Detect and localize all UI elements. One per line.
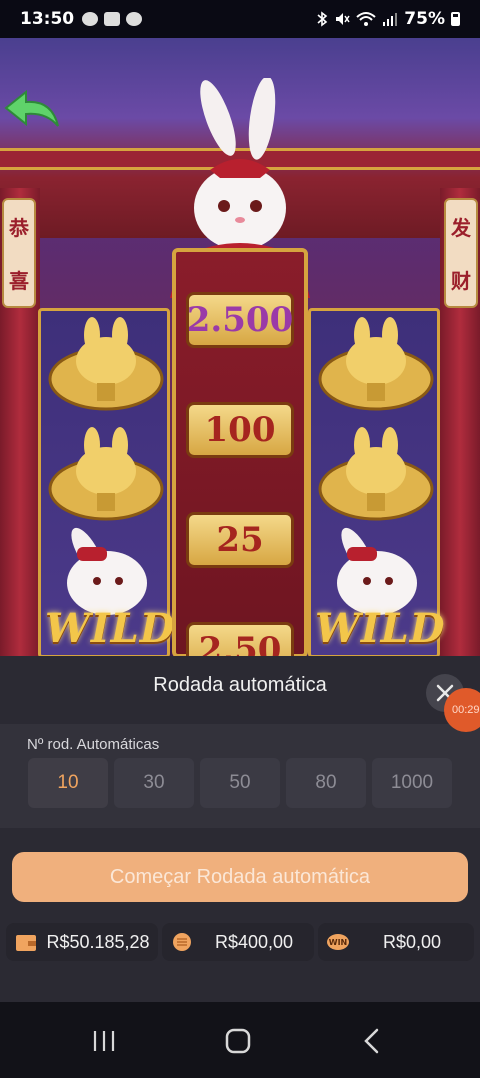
rounds-section: Nº rod. Automáticas 10 30 50 80 1000 (0, 724, 480, 828)
panel-title: Rodada automática (153, 674, 327, 696)
win-amount: WIN R$0,00 (318, 923, 474, 961)
signal-icon (383, 13, 398, 26)
banner-char: 财 (451, 269, 471, 293)
reel-right: WILD (308, 308, 446, 656)
wallet-balance: R$50.185,28 (6, 923, 158, 961)
game-scene: 恭 喜 发 财 WILD 2.500 100 25 2,50 WILD (0, 38, 480, 656)
back-arrow-icon[interactable] (2, 86, 62, 134)
status-time: 13:50 (20, 9, 75, 29)
gold-ingot-rabbit-symbol (318, 317, 434, 411)
svg-text:WIN: WIN (329, 938, 348, 947)
navigation-bar (0, 1002, 480, 1078)
bet-value: R$400,00 (214, 931, 294, 952)
back-button[interactable] (352, 1024, 392, 1058)
wifi-icon (356, 12, 376, 26)
banner-char: 恭 (9, 216, 29, 240)
bluetooth-icon (317, 11, 328, 27)
home-icon (225, 1028, 251, 1054)
rounds-option-50[interactable]: 50 (200, 758, 280, 808)
wallet-icon (16, 935, 36, 951)
reel-value: 100 (186, 402, 294, 458)
reel-center: 2.500 100 25 2,50 (172, 248, 308, 656)
coins-icon (173, 933, 191, 951)
recent-apps-icon (93, 1031, 115, 1051)
battery-percent: 75% (404, 9, 445, 29)
gold-ingot-rabbit-symbol (318, 427, 434, 521)
reel-value: 2,50 (186, 622, 294, 656)
right-banner: 发 财 (444, 198, 478, 308)
win-icon: WIN (327, 934, 349, 950)
rounds-label: Nº rod. Automáticas (27, 736, 160, 753)
rounds-option-80[interactable]: 80 (286, 758, 366, 808)
rounds-option-1000[interactable]: 1000 (372, 758, 452, 808)
wild-label: WILD (45, 605, 176, 652)
win-value: R$0,00 (382, 931, 442, 952)
banner-char: 喜 (9, 269, 29, 293)
gold-ingot-rabbit-symbol (48, 317, 164, 411)
left-banner: 恭 喜 (2, 198, 36, 308)
face-icon (82, 12, 99, 26)
rounds-option-30[interactable]: 30 (114, 758, 194, 808)
wallet-amount: R$50.185,28 (46, 931, 150, 952)
rounds-option-10[interactable]: 10 (28, 758, 108, 808)
home-button[interactable] (218, 1024, 258, 1058)
banner-char: 发 (451, 216, 471, 240)
wild-label: WILD (315, 605, 446, 652)
battery-icon (451, 12, 460, 26)
photo-icon (104, 12, 121, 26)
recording-timer-badge[interactable]: 00:29 (444, 688, 480, 732)
bet-amount[interactable]: R$400,00 (162, 923, 314, 961)
gold-ingot-rabbit-symbol (48, 427, 164, 521)
recent-apps-button[interactable] (84, 1024, 124, 1058)
start-autoplay-button[interactable]: Começar Rodada automática (12, 852, 468, 902)
autoplay-panel: Rodada automática Nº rod. Automáticas 10… (0, 656, 480, 1002)
status-bar: 13:50 75% (0, 0, 480, 38)
reel-value: 25 (186, 512, 294, 568)
reel-value: 2.500 (186, 292, 294, 348)
reel-left: WILD (38, 308, 176, 656)
mute-icon (336, 13, 350, 25)
back-icon (364, 1028, 379, 1054)
person-icon (126, 12, 143, 26)
